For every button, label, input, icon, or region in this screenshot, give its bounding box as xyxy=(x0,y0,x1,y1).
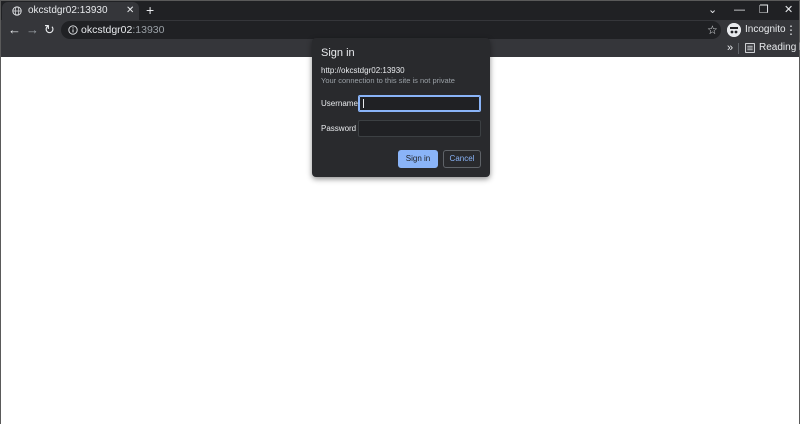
incognito-icon xyxy=(727,23,741,37)
password-input[interactable] xyxy=(358,120,481,137)
tab-search-icon[interactable]: ⌄ xyxy=(708,3,717,17)
reading-list-icon[interactable] xyxy=(745,43,755,53)
browser-window: okcstdgr02:13930 ✕ + ⌄ — ❐ ✕ ← → ↻ okcst… xyxy=(0,0,800,424)
sign-in-button[interactable]: Sign in xyxy=(398,150,438,168)
password-label: Password xyxy=(321,124,357,133)
incognito-badge[interactable]: Incognito xyxy=(727,22,786,38)
sign-in-dialog: Sign in http://okcstdgr02:13930 Your con… xyxy=(312,38,490,177)
star-icon[interactable]: ☆ xyxy=(707,22,718,38)
username-label: Username xyxy=(321,99,358,108)
incognito-label: Incognito xyxy=(745,24,786,35)
tab-strip: okcstdgr02:13930 ✕ + ⌄ — ❐ ✕ xyxy=(1,1,799,20)
bookmarks-divider xyxy=(738,43,739,54)
dialog-warning: Your connection to this site is not priv… xyxy=(321,76,455,85)
url-text[interactable]: okcstdgr02:13930 xyxy=(81,24,165,36)
forward-icon[interactable]: → xyxy=(26,22,39,38)
dialog-title: Sign in xyxy=(321,47,355,59)
dialog-url: http://okcstdgr02:13930 xyxy=(321,66,405,75)
reading-list-label[interactable]: Reading list xyxy=(759,42,800,53)
cancel-button[interactable]: Cancel xyxy=(443,150,481,168)
tab-title: okcstdgr02:13930 xyxy=(28,5,108,16)
bookmarks-overflow-icon[interactable]: » xyxy=(727,41,733,55)
url-host: okcstdgr02 xyxy=(81,24,133,36)
text-caret xyxy=(363,99,364,108)
globe-icon xyxy=(12,6,22,16)
url-port: :13930 xyxy=(132,24,165,36)
restore-icon[interactable]: ❐ xyxy=(759,3,769,17)
toolbar: ← → ↻ okcstdgr02:13930 ☆ Incognito ⋮ xyxy=(1,20,799,40)
new-tab-button[interactable]: + xyxy=(146,2,154,18)
address-bar[interactable]: okcstdgr02:13930 ☆ xyxy=(61,21,721,39)
minimize-icon[interactable]: — xyxy=(734,3,745,17)
tab-active[interactable]: okcstdgr02:13930 ✕ xyxy=(2,2,139,20)
username-input[interactable] xyxy=(358,95,481,112)
reload-icon[interactable]: ↻ xyxy=(44,22,55,38)
window-close-icon[interactable]: ✕ xyxy=(784,3,793,17)
back-icon[interactable]: ← xyxy=(8,22,21,38)
tab-close-icon[interactable]: ✕ xyxy=(126,5,134,17)
menu-icon[interactable]: ⋮ xyxy=(785,22,797,38)
info-icon[interactable] xyxy=(68,25,78,35)
